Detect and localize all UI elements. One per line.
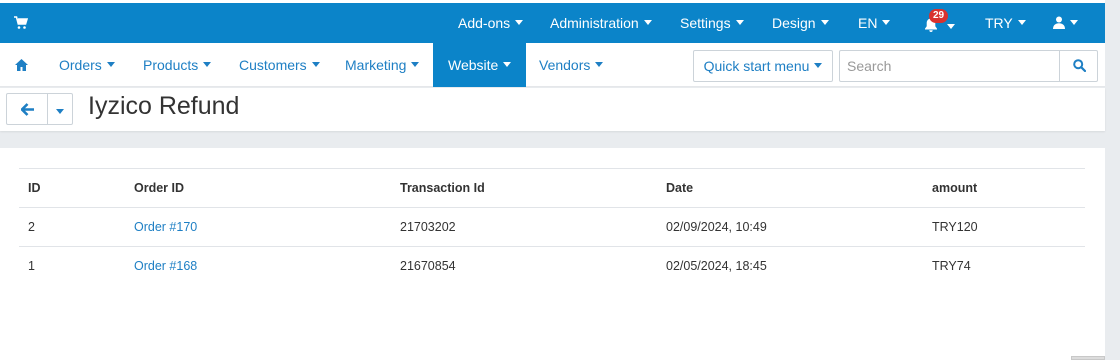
quick-start-label: Quick start menu: [703, 58, 810, 74]
nav-products-label: Products: [143, 57, 199, 73]
design-label: Design: [772, 15, 816, 31]
user-icon: [1053, 16, 1065, 30]
cell-order: Order #168: [125, 246, 391, 286]
search-input[interactable]: [840, 51, 1060, 81]
nav-orders[interactable]: Orders: [59, 43, 115, 87]
header-transaction-id: Transaction Id: [391, 168, 657, 208]
chevron-down-icon: [411, 62, 420, 68]
scrollbar[interactable]: [1071, 356, 1105, 360]
home-icon[interactable]: [14, 58, 29, 72]
chevron-down-icon: [106, 62, 115, 68]
addons-label: Add-ons: [458, 15, 511, 31]
order-link[interactable]: Order #168: [134, 259, 197, 273]
chevron-down-icon: [1070, 20, 1078, 26]
nav-customers-label: Customers: [239, 57, 307, 73]
main-nav: Orders Products Customers Marketing Webs…: [0, 43, 1105, 87]
settings-label: Settings: [680, 15, 731, 31]
table-header-row: ID Order ID Transaction Id Date amount: [19, 168, 1085, 208]
table-row: 2 Order #170 21703202 02/09/2024, 10:49 …: [19, 207, 1085, 247]
cell-date: 02/05/2024, 18:45: [657, 246, 923, 286]
language-menu[interactable]: EN: [858, 15, 891, 31]
title-bar: Iyzico Refund: [0, 88, 1105, 131]
refund-table: ID Order ID Transaction Id Date amount 2…: [19, 168, 1085, 286]
search-icon: [1073, 59, 1086, 72]
addons-menu[interactable]: Add-ons: [458, 15, 524, 31]
cell-transaction: 21703202: [391, 207, 657, 247]
chevron-down-icon: [503, 62, 512, 68]
chevron-down-icon: [595, 62, 604, 68]
nav-orders-label: Orders: [59, 57, 102, 73]
cell-order: Order #170: [125, 207, 391, 247]
user-menu[interactable]: [1053, 15, 1078, 31]
notifications-menu[interactable]: 29: [921, 9, 961, 37]
notification-count-badge: 29: [929, 9, 949, 23]
nav-vendors-label: Vendors: [539, 57, 591, 73]
quick-start-menu-button[interactable]: Quick start menu: [693, 50, 833, 82]
back-dropdown-button[interactable]: [47, 93, 73, 125]
chevron-down-icon: [56, 109, 64, 114]
cell-date: 02/09/2024, 10:49: [657, 207, 923, 247]
arrow-left-icon: [21, 103, 34, 116]
chevron-down-icon: [814, 63, 823, 69]
back-button[interactable]: [6, 93, 48, 125]
administration-label: Administration: [550, 15, 639, 31]
cell-id: 2: [19, 207, 125, 247]
cell-id: 1: [19, 246, 125, 286]
chevron-down-icon: [1017, 20, 1026, 26]
nav-website-label: Website: [448, 57, 499, 73]
currency-menu[interactable]: TRY: [985, 15, 1026, 31]
top-bar: Add-ons Administration Settings Design E…: [0, 0, 1105, 43]
language-label: EN: [858, 15, 878, 31]
design-menu[interactable]: Design: [772, 15, 829, 31]
cell-amount: TRY120: [923, 207, 1085, 247]
header-date: Date: [657, 168, 923, 208]
currency-label: TRY: [985, 15, 1013, 31]
content-panel: ID Order ID Transaction Id Date amount 2…: [0, 148, 1105, 360]
nav-website[interactable]: Website: [433, 43, 527, 87]
chevron-down-icon: [882, 20, 891, 26]
header-order-id: Order ID: [125, 168, 391, 208]
header-amount: amount: [923, 168, 1085, 208]
cell-transaction: 21670854: [391, 246, 657, 286]
nav-vendors[interactable]: Vendors: [539, 43, 604, 87]
chevron-down-icon: [820, 20, 829, 26]
chevron-down-icon: [311, 62, 320, 68]
cell-amount: TRY74: [923, 246, 1085, 286]
nav-marketing[interactable]: Marketing: [345, 43, 420, 87]
chevron-down-icon: [643, 20, 652, 26]
chevron-down-icon: [735, 20, 744, 26]
table-row: 1 Order #168 21670854 02/05/2024, 18:45 …: [19, 246, 1085, 286]
search-box: [839, 50, 1098, 82]
nav-marketing-label: Marketing: [345, 57, 407, 73]
settings-menu[interactable]: Settings: [680, 15, 744, 31]
chevron-down-icon: [203, 62, 212, 68]
page-title: Iyzico Refund: [88, 92, 240, 120]
order-link[interactable]: Order #170: [134, 220, 197, 234]
chevron-down-icon: [947, 24, 955, 29]
search-button[interactable]: [1059, 51, 1097, 81]
nav-customers[interactable]: Customers: [239, 43, 320, 87]
nav-products[interactable]: Products: [143, 43, 212, 87]
chevron-down-icon: [515, 20, 524, 26]
administration-menu[interactable]: Administration: [550, 15, 652, 31]
header-id: ID: [19, 168, 125, 208]
cart-icon[interactable]: [14, 16, 28, 30]
